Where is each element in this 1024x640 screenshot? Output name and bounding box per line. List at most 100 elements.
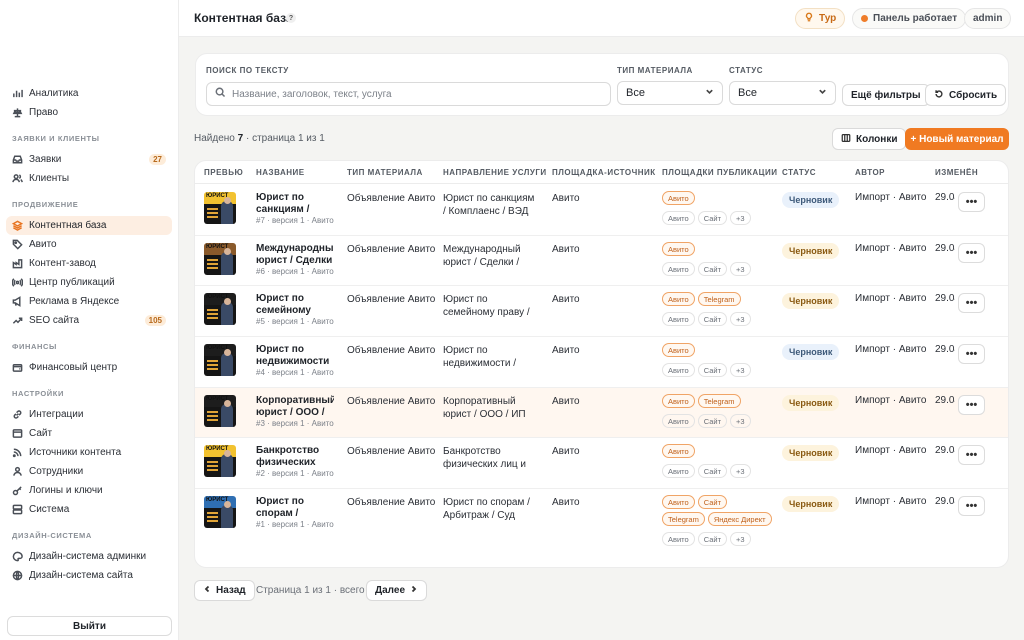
platform-tag[interactable]: Сайт (697, 262, 727, 276)
platform-tag[interactable]: Сайт (697, 414, 727, 428)
sidebar-item-inbox[interactable]: Заявки 27 (6, 150, 172, 169)
platform-tag-active[interactable]: Авито (662, 191, 695, 205)
sidebar-item-tag[interactable]: Авито (6, 235, 172, 254)
row-actions-button[interactable]: ••• (958, 293, 985, 313)
platform-tag[interactable]: Авито (662, 312, 695, 326)
preview-thumbnail[interactable]: ЮРИСТ (204, 293, 236, 325)
material-name[interactable]: Юрист по недвижимости / Сделки (256, 344, 334, 368)
platform-tag[interactable]: Сайт (697, 211, 727, 225)
material-name[interactable]: Корпоративный юрист / ООО / ИП (256, 395, 334, 419)
next-page-button[interactable]: Далее (366, 580, 428, 601)
platform-tag[interactable]: Сайт (697, 312, 727, 326)
platform-tag[interactable]: +3 (730, 363, 751, 377)
material-name[interactable]: Юрист по семейному праву / Развод (256, 293, 334, 317)
platform-tag[interactable]: Сайт (697, 532, 727, 546)
columns-button[interactable]: Колонки (832, 128, 907, 150)
row-actions-button[interactable]: ••• (958, 445, 985, 465)
platform-tag[interactable]: Сайт (697, 363, 727, 377)
table-row[interactable]: ЮРИСТЮрист по недвижимости / Сделки#4 · … (195, 337, 1008, 388)
preview-thumbnail[interactable]: ЮРИСТ (204, 344, 236, 376)
preview-thumbnail[interactable]: ЮРИСТ (204, 496, 236, 528)
preview-thumbnail[interactable]: ЮРИСТ (204, 445, 236, 477)
user-menu-button[interactable]: admin (964, 8, 1012, 29)
sidebar-item-globe[interactable]: Дизайн-система сайта (6, 566, 172, 585)
table-row[interactable]: ЮРИСТ Юрист по семейному праву / Развод#5… (195, 286, 1008, 337)
platform-tag[interactable]: +3 (730, 414, 751, 428)
sidebar-item-server[interactable]: Система (6, 500, 172, 519)
more-filters-button[interactable]: Ещё фильтры (842, 84, 930, 106)
platform-tag-active[interactable]: Telegram (697, 292, 741, 306)
search-field[interactable] (206, 82, 611, 106)
sidebar-item-megaphone[interactable]: Реклама в Яндексе (6, 292, 172, 311)
row-actions-button[interactable]: ••• (958, 395, 985, 415)
platform-tag[interactable]: Авито (662, 211, 695, 225)
sidebar-item-factory[interactable]: Контент-завод (6, 254, 172, 273)
status-select[interactable]: Все (729, 81, 836, 105)
sidebar-item-key[interactable]: Логины и ключи (6, 481, 172, 500)
search-input[interactable] (232, 88, 602, 100)
material-name[interactable]: Банкротство физических лиц (256, 445, 334, 469)
row-actions-button[interactable]: ••• (958, 243, 985, 263)
platform-tag[interactable]: +3 (730, 262, 751, 276)
platform-tag-active[interactable]: Авито (662, 444, 695, 458)
table-row[interactable]: ЮРИСТ Юрист по спорам / Арбитраж#1 · верс… (195, 489, 1008, 567)
platform-tag[interactable]: Авито (662, 464, 695, 478)
tour-button[interactable]: Тур (795, 8, 846, 29)
new-material-button[interactable]: + Новый материал (905, 128, 1009, 150)
preview-thumbnail[interactable]: ЮРИСТ (204, 395, 236, 427)
platform-tag-active[interactable]: Авито (662, 495, 695, 509)
reset-button[interactable]: Сбросить (925, 84, 1007, 106)
platform-tag[interactable]: +3 (730, 211, 751, 225)
sidebar-item-scales[interactable]: Право (6, 103, 172, 122)
table-row[interactable]: ЮРИСТ Банкротство физических лиц#2 · верс… (195, 438, 1008, 489)
platform-tag-active[interactable]: Авито (662, 343, 695, 357)
row-actions-button[interactable]: ••• (958, 344, 985, 364)
platform-tag[interactable]: +3 (730, 312, 751, 326)
platform-tag[interactable]: Авито (662, 414, 695, 428)
row-actions-button[interactable]: ••• (958, 192, 985, 212)
platform-tag-active[interactable]: Авито (662, 394, 695, 408)
sidebar-nav[interactable]: Рабочий стол Аналитика Право ЗАЯВКИ И КЛИЕН… (0, 76, 178, 610)
table-row[interactable]: ЮРИСТ Юрист по санкциям / Комплаенс / ВЭД… (195, 185, 1008, 236)
platform-tag-active[interactable]: Яндекс Директ (707, 512, 772, 526)
sidebar-item-broadcast[interactable]: Центр публикаций (6, 273, 172, 292)
platform-tag[interactable]: Сайт (697, 464, 727, 478)
platform-tag-active[interactable]: Telegram (662, 512, 705, 526)
material-meta: #7 · версия 1 · Авито (256, 216, 334, 225)
platform-tag-active[interactable]: Авито (662, 292, 695, 306)
sidebar-item-link[interactable]: Интеграции (6, 405, 172, 424)
sidebar-item-rss[interactable]: Источники контента (6, 443, 172, 462)
platform-tag[interactable]: +3 (730, 532, 751, 546)
platform-tag[interactable]: +3 (730, 464, 751, 478)
sidebar-item-layers[interactable]: Контентная база (6, 216, 172, 235)
material-name[interactable]: Юрист по санкциям / Комплаенс / ВЭД (256, 192, 334, 216)
platform-tag-active[interactable]: Telegram (697, 394, 741, 408)
sidebar-item-users[interactable]: Клиенты (6, 169, 172, 188)
platform-tag[interactable]: Авито (662, 262, 695, 276)
type-select[interactable]: Все (617, 81, 723, 105)
prev-page-button[interactable]: Назад (194, 580, 255, 601)
sidebar-item-palette[interactable]: Дизайн-система админки (6, 547, 172, 566)
sidebar-item-chart[interactable]: Аналитика (6, 84, 172, 103)
material-name[interactable]: Международный юрист / Сделки / ВЭД (256, 243, 334, 267)
platform-tag-active[interactable]: Сайт (697, 495, 727, 509)
publication-platforms: Авито Сайт Telegram Яндекс Директ Авито Сайт +… (662, 495, 772, 546)
material-name[interactable]: Юрист по спорам / Арбитраж (256, 496, 334, 520)
changed-date: 29.04 (935, 496, 955, 507)
help-icon[interactable]: ? (286, 13, 296, 23)
row-actions-button[interactable]: ••• (958, 496, 985, 516)
sidebar-item-trend[interactable]: SEO сайта 105 (6, 311, 172, 330)
sidebar-item-wallet[interactable]: Финансовый центр (6, 358, 172, 377)
sidebar-item-window[interactable]: Сайт (6, 424, 172, 443)
platform-tag[interactable]: Авито (662, 363, 695, 377)
platform-tag[interactable]: Авито (662, 532, 695, 546)
sidebar-item-cut[interactable]: Рабочий стол (30, 76, 166, 84)
preview-thumbnail[interactable]: ЮРИСТ (204, 243, 236, 275)
preview-thumbnail[interactable]: ЮРИСТ (204, 192, 236, 224)
sidebar-item-team[interactable]: Сотрудники (6, 462, 172, 481)
logout-button[interactable]: Выйти (7, 616, 172, 636)
table-row[interactable]: ЮРИСТКорпоративный юрист / ООО / ИП#3 · … (195, 388, 1008, 438)
table-row[interactable]: ЮРИСТМеждународный юрист / Сделки / ВЭД#… (195, 236, 1008, 286)
search-label: ПОИСК ПО ТЕКСТУ (206, 66, 289, 75)
platform-tag-active[interactable]: Авито (662, 242, 695, 256)
